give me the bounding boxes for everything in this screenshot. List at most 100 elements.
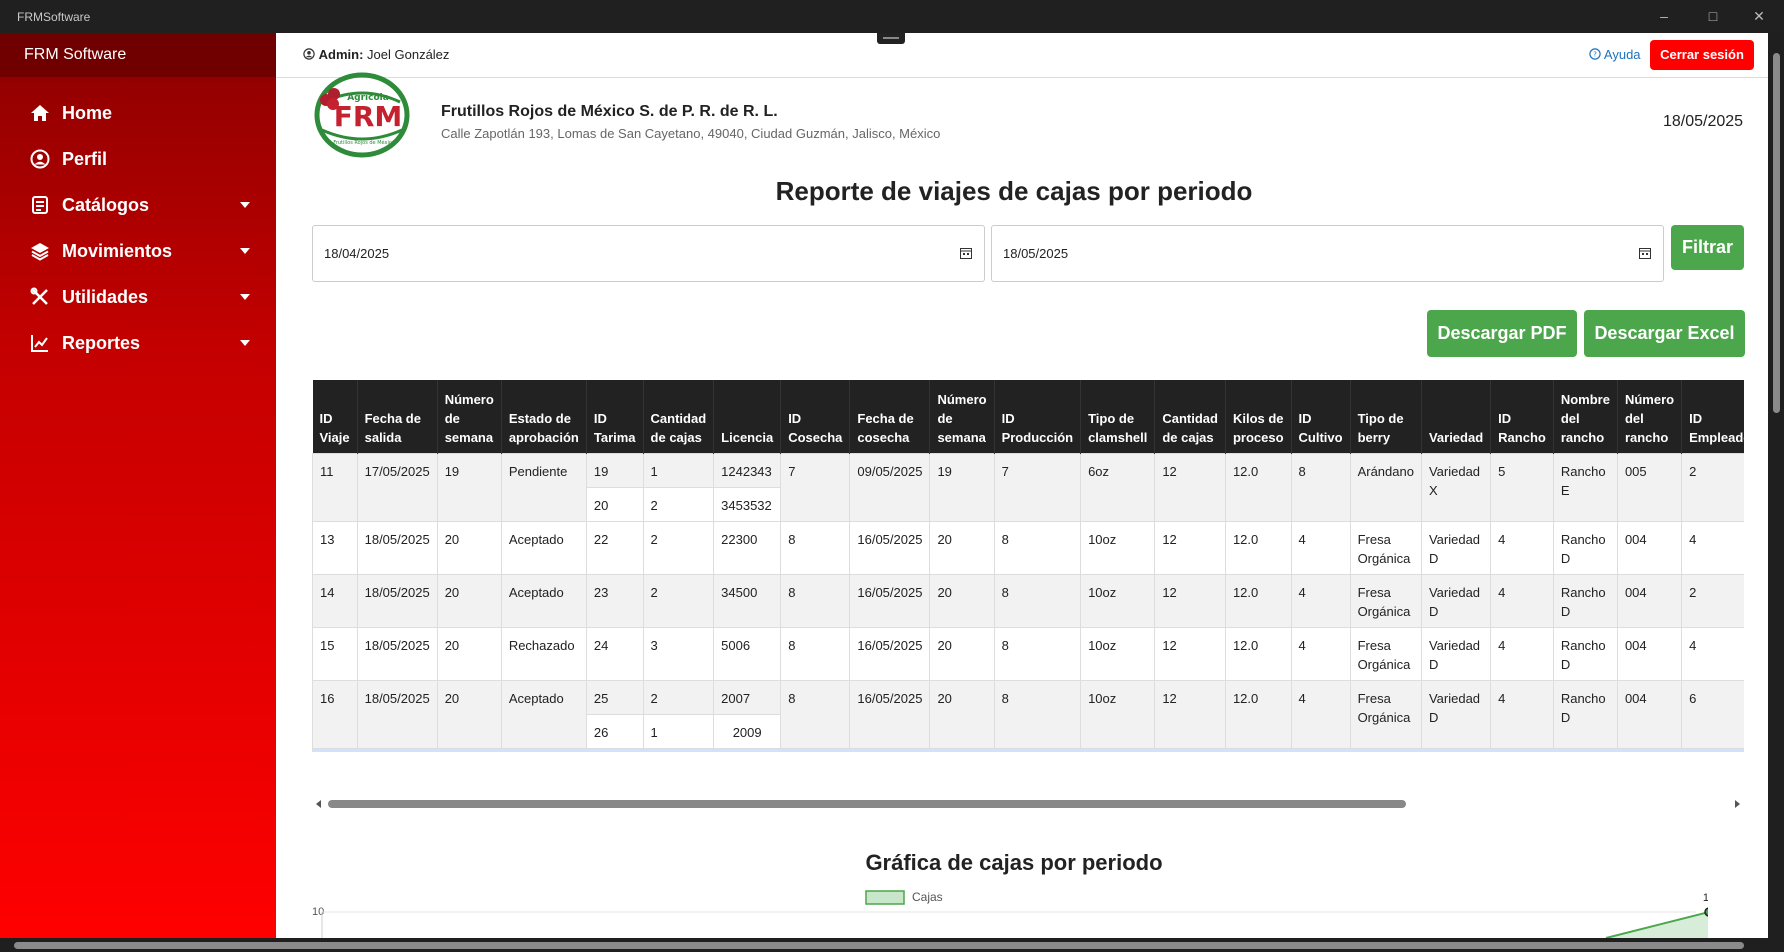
admin-user: Joel González (367, 47, 450, 62)
date-from-input[interactable]: 18/04/2025 (312, 225, 985, 282)
table-cell: 004 (1616, 679, 1683, 749)
top-bar: Admin: Joel González ? Ayuda Cerrar sesi… (276, 33, 1768, 78)
table-cell: 5006 (713, 626, 782, 681)
table-cell: 18/05/2025 (356, 679, 438, 749)
table-row: 14 18/05/2025 20 Aceptado 23 2 34500 8 16/05/202… (312, 573, 1744, 628)
download-excel-button[interactable]: Descargar Excel (1584, 310, 1745, 357)
table-row: 16 18/05/2025 20 Aceptado 25 2 2007 8 16/05/2025… (312, 679, 1744, 749)
table-cell: 3 (642, 626, 715, 681)
user-circle-icon (303, 48, 315, 60)
table-cell: 18/05/2025 (356, 520, 438, 575)
tools-icon (30, 287, 48, 305)
table-header-cell: ID Producción (994, 380, 1082, 453)
calendar-icon[interactable] (960, 247, 972, 259)
sidebar-item-label: Home (62, 102, 113, 123)
calendar-icon[interactable] (1639, 247, 1651, 259)
table-header-cell: Licencia (713, 380, 782, 453)
table-cell: 8 (1290, 452, 1351, 522)
table-header-cell: Tipo de clamshell (1080, 380, 1156, 453)
table-cell: 4 (1490, 520, 1554, 575)
data-point (1704, 907, 1708, 917)
sidebar-item-movimientos[interactable]: Movimientos (0, 228, 276, 274)
table-header-cell: ID Cultivo (1291, 380, 1351, 453)
sidebar-brand[interactable]: FRM Software (0, 33, 276, 77)
table-header-cell: Nombre del rancho (1553, 380, 1618, 453)
table-cell: Fresa Orgánica (1349, 679, 1422, 749)
scrollbar-thumb[interactable] (1773, 53, 1780, 413)
table-cell: 8 (993, 626, 1082, 681)
scrollbar-thumb[interactable] (328, 800, 1406, 808)
table-cell: 2 (642, 573, 715, 628)
table-cell: 19 (929, 452, 995, 522)
table-cell: 4 (1290, 679, 1351, 749)
drag-handle[interactable] (877, 33, 905, 44)
sidebar-item-home[interactable]: Home (0, 90, 276, 136)
table-header-cell: Kilos de proceso (1225, 380, 1292, 453)
sidebar-item-reportes[interactable]: Reportes (0, 320, 276, 366)
table-cell: 25 (585, 679, 644, 715)
table-header-cell: Número de semana (929, 380, 995, 453)
logout-button[interactable]: Cerrar sesión (1650, 40, 1754, 70)
scrollbar-thumb[interactable] (14, 942, 1744, 949)
close-icon[interactable]: ✕ (1749, 6, 1769, 26)
window-horizontal-scrollbar[interactable] (0, 938, 1784, 952)
boxes-chart: Cajas 10 10 (312, 890, 1708, 938)
table-cell: 4 (1681, 520, 1744, 575)
table-header-cell: ID Tarima (586, 380, 644, 453)
sidebar-item-catalogos[interactable]: Catálogos (0, 182, 276, 228)
table-cell: 10oz (1080, 520, 1156, 575)
table-header-row: ID Viaje Fecha de salida Número de semana E… (312, 380, 1744, 453)
sidebar-item-perfil[interactable]: Perfil (0, 136, 276, 182)
sidebar-item-utilidades[interactable]: Utilidades (0, 274, 276, 320)
table-cell: 12.0 (1224, 679, 1292, 749)
table-cell: 4 (1490, 679, 1554, 749)
table-row: 11 17/05/2025 19 Pendiente 19 1 1242343 7 09/05/… (312, 452, 1744, 522)
table-cell: 8 (780, 626, 851, 681)
table-cell: 4 (1290, 626, 1351, 681)
table-cell: Rechazado (500, 626, 587, 681)
table-cell: 16/05/2025 (849, 573, 931, 628)
table-cell: 4 (1490, 573, 1554, 628)
sidebar-item-label: Perfil (62, 148, 108, 169)
table-cell: 1242343 (713, 452, 782, 488)
help-link[interactable]: ? Ayuda (1589, 47, 1641, 62)
maximize-icon[interactable]: □ (1703, 6, 1723, 26)
table-cell: 09/05/2025 (849, 452, 931, 522)
report-table-container[interactable]: ID Viaje Fecha de salida Número de semana E… (312, 380, 1744, 752)
table-cell: 20 (436, 679, 502, 749)
scroll-left-icon[interactable] (314, 796, 324, 812)
date-to-input[interactable]: 18/05/2025 (991, 225, 1664, 282)
scroll-right-icon[interactable] (1732, 796, 1742, 812)
download-pdf-button[interactable]: Descargar PDF (1427, 310, 1577, 357)
table-cell: 22300 (713, 520, 782, 575)
filter-button[interactable]: Filtrar (1671, 225, 1744, 270)
table-cell: 18/05/2025 (356, 626, 438, 681)
sidebar: FRM Software Home Perfil Catálogos Movim… (0, 33, 276, 938)
table-cell: 2 (1681, 573, 1744, 628)
company-header: Agrícola FRM Frutillos Rojos de México F… (276, 72, 1768, 178)
table-cell: Variedad D (1420, 679, 1492, 749)
table-cell: 12.0 (1224, 520, 1292, 575)
table-cell: 14 (312, 573, 358, 628)
table-cell: Fresa Orgánica (1349, 626, 1422, 681)
table-cell: 1 (642, 452, 715, 488)
minimize-icon[interactable]: – (1654, 6, 1674, 26)
table-cell: Aceptado (500, 573, 587, 628)
table-horizontal-scrollbar[interactable] (312, 796, 1744, 812)
admin-role: Admin: (318, 47, 364, 62)
table-cell: 8 (993, 520, 1082, 575)
table-cell: 10oz (1080, 573, 1156, 628)
table-cell: 20 (929, 626, 995, 681)
table-cell: 8 (993, 679, 1082, 749)
table-cell: 4 (1681, 626, 1744, 681)
table-header-cell: Fecha de salida (357, 380, 438, 453)
table-header-cell: Número de semana (437, 380, 502, 453)
window-vertical-scrollbar[interactable] (1768, 33, 1784, 938)
table-cell: 2 (1681, 452, 1744, 522)
table-cell: Rancho D (1552, 573, 1618, 628)
table-cell: 5 (1490, 452, 1554, 522)
table-cell: 11 (312, 452, 358, 522)
table-cell: 4 (1290, 520, 1351, 575)
table-cell: 2009 (713, 713, 782, 749)
table-cell: 12 (1154, 626, 1226, 681)
